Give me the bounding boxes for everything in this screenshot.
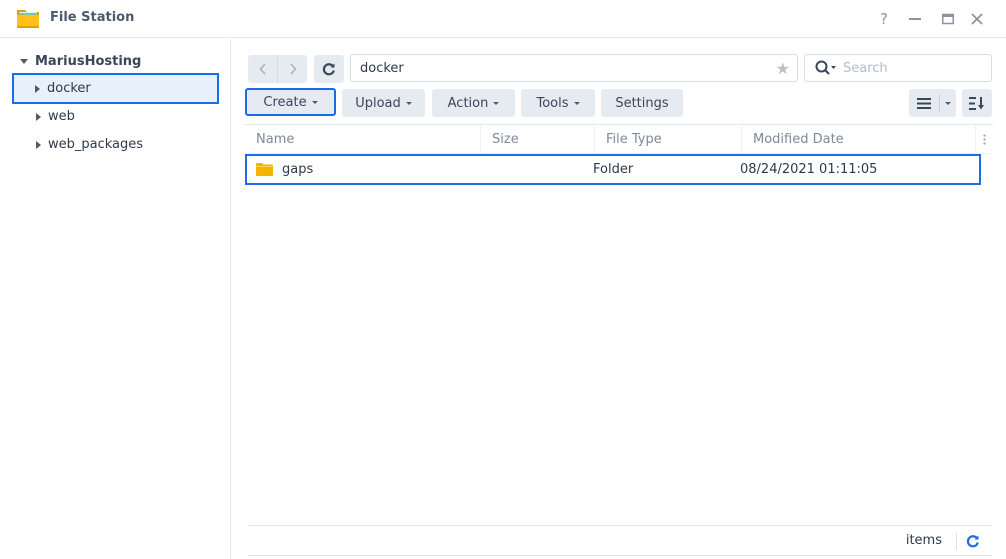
main-panel: ★ Create Upload Action Tools Settings Na… [232,39,1006,559]
action-button[interactable]: Action [432,89,515,117]
favorite-star-icon[interactable]: ★ [776,59,790,78]
forward-button[interactable] [278,55,307,83]
footer-refresh-button[interactable] [964,532,982,550]
column-header-file-type[interactable]: File Type [595,125,742,154]
tree-root-label: MariusHosting [35,53,142,69]
refresh-icon [322,63,335,76]
cell-name: gaps [256,156,313,182]
sidebar-item-label: web [48,109,75,124]
refresh-icon [966,535,979,548]
sort-button[interactable] [962,89,992,117]
sort-icon [969,96,984,110]
folder-icon [256,162,273,176]
chevron-down-icon [573,102,580,105]
sidebar-item-web[interactable]: web [12,101,219,132]
sidebar-item-docker[interactable]: docker [12,73,219,104]
table-row[interactable]: gaps Folder 08/24/2021 01:11:05 [245,154,981,185]
action-label: Action [447,95,489,111]
help-button[interactable]: ? [873,8,895,30]
path-field[interactable]: ★ [350,54,798,82]
maximize-button[interactable] [937,8,959,30]
sidebar-item-web-packages[interactable]: web_packages [12,129,219,160]
upload-button[interactable]: Upload [342,89,425,117]
close-icon [971,13,983,25]
list-view-icon [917,97,931,109]
caret-right-icon[interactable] [36,112,41,121]
back-button[interactable] [248,55,277,83]
title-bar: File Station ? [0,0,1006,38]
window-title: File Station [50,10,135,25]
chevron-right-icon [289,63,297,75]
maximize-icon [942,13,954,25]
caret-down-icon[interactable] [20,58,28,64]
column-header-size[interactable]: Size [481,125,595,154]
chevron-down-icon [945,101,951,105]
help-icon: ? [880,10,888,28]
refresh-button[interactable] [314,55,344,83]
tools-button[interactable]: Tools [521,89,595,117]
list-view-button[interactable] [909,89,939,117]
column-options-icon[interactable] [976,125,993,154]
tree-root-mariushosting[interactable]: MariusHosting [20,52,141,70]
column-header-modified-date[interactable]: Modified Date [742,125,976,154]
chevron-down-icon [311,101,318,104]
upload-label: Upload [355,95,401,111]
caret-right-icon[interactable] [36,140,41,149]
chevron-left-icon [258,63,266,75]
items-count-label: items [905,533,942,548]
view-mode-group [909,89,956,117]
minimize-icon [909,18,921,20]
caret-right-icon[interactable] [35,84,40,93]
create-label: Create [263,94,307,110]
cell-file-type: Folder [593,161,634,177]
cell-modified-date: 08/24/2021 01:11:05 [740,161,878,177]
divider [956,532,957,550]
chevron-down-icon [405,102,412,105]
sidebar: MariusHosting docker web web_packages [0,39,231,559]
path-input[interactable] [360,60,760,76]
grid-header: Name Size File Type Modified Date [245,124,993,154]
chevron-down-icon [493,102,500,105]
column-header-name[interactable]: Name [245,125,481,154]
status-bar: items [248,525,992,556]
close-button[interactable] [966,8,988,30]
history-nav [248,55,307,83]
minimize-button[interactable] [904,8,926,30]
search-icon[interactable] [815,60,837,76]
create-button[interactable]: Create [245,88,336,116]
file-grid: Name Size File Type Modified Date gaps F… [245,124,993,185]
search-input[interactable] [843,60,983,76]
settings-button[interactable]: Settings [601,89,683,117]
sidebar-item-label: docker [47,81,91,96]
settings-label: Settings [615,95,669,111]
search-field[interactable] [804,54,992,82]
file-station-folder-icon [16,6,40,30]
tools-label: Tools [536,95,569,111]
sidebar-item-label: web_packages [48,137,144,152]
view-mode-dropdown[interactable] [940,89,956,117]
file-name: gaps [282,161,314,177]
